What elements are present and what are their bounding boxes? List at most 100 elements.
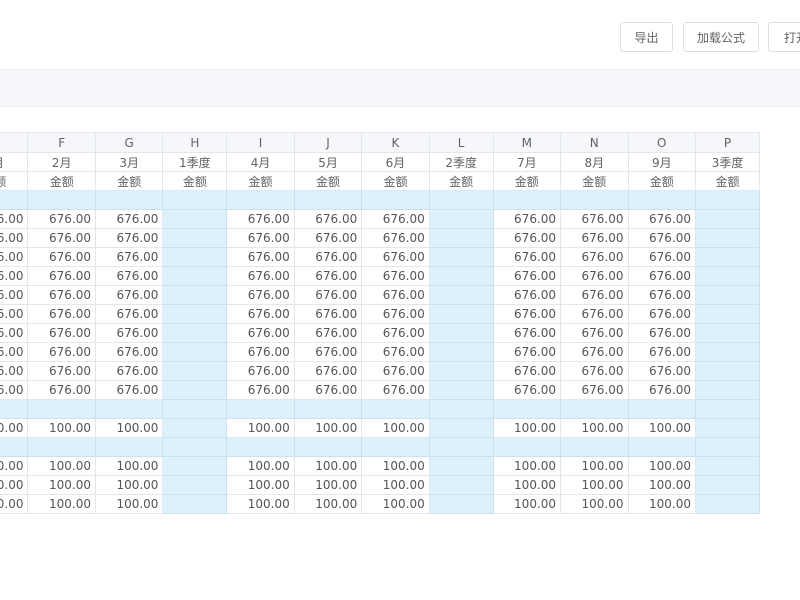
quarter-cell[interactable] — [695, 361, 760, 381]
amount-cell[interactable]: 676.00 — [226, 304, 295, 324]
quarter-cell[interactable] — [695, 494, 760, 514]
amount-cell[interactable]: 676.00 — [226, 247, 295, 267]
amount-cell[interactable]: 676.00 — [27, 380, 96, 400]
quarter-cell[interactable] — [162, 380, 228, 400]
amount-cell[interactable]: 676.00 — [0, 228, 29, 248]
column-header-k[interactable]: K — [361, 132, 430, 153]
amount-cell[interactable]: 676.00 — [492, 228, 562, 248]
column-header-i[interactable]: I — [226, 132, 295, 153]
month-header-cell[interactable]: 3季度 — [695, 152, 760, 172]
band-cell[interactable] — [0, 437, 29, 457]
quarter-cell[interactable] — [428, 266, 494, 286]
amount-cell[interactable]: 100.00 — [560, 494, 629, 514]
amount-cell[interactable]: 100.00 — [560, 475, 629, 495]
quarter-cell[interactable] — [428, 361, 494, 381]
amount-cell[interactable]: 676.00 — [560, 266, 629, 286]
amount-header-cell[interactable]: 金额 — [560, 171, 629, 191]
amount-cell[interactable]: 100.00 — [0, 418, 29, 438]
amount-cell[interactable]: 100.00 — [293, 456, 363, 476]
band-cell[interactable] — [361, 190, 430, 210]
amount-header-cell[interactable]: 金额 — [361, 171, 430, 191]
quarter-cell[interactable] — [162, 209, 228, 229]
amount-cell[interactable]: 676.00 — [627, 209, 697, 229]
band-cell[interactable] — [27, 190, 96, 210]
band-cell[interactable] — [492, 190, 562, 210]
amount-cell[interactable]: 676.00 — [226, 285, 295, 305]
band-cell[interactable] — [27, 437, 96, 457]
export-button[interactable]: 导出 — [620, 22, 673, 52]
amount-cell[interactable]: 100.00 — [492, 475, 562, 495]
amount-cell[interactable]: 100.00 — [627, 494, 697, 514]
month-header-cell[interactable]: 7月 — [492, 152, 562, 172]
amount-cell[interactable]: 676.00 — [94, 380, 164, 400]
band-cell[interactable] — [293, 437, 363, 457]
amount-cell[interactable]: 676.00 — [27, 247, 96, 267]
amount-cell[interactable]: 100.00 — [361, 494, 430, 514]
quarter-cell[interactable] — [428, 247, 494, 267]
quarter-cell[interactable] — [162, 285, 228, 305]
column-header-f[interactable]: F — [27, 132, 96, 153]
amount-cell[interactable]: 676.00 — [560, 323, 629, 343]
quarter-cell[interactable] — [162, 342, 228, 362]
band-cell[interactable] — [695, 437, 760, 457]
quarter-cell[interactable] — [695, 456, 760, 476]
band-cell[interactable] — [361, 399, 430, 419]
amount-cell[interactable]: 100.00 — [293, 418, 363, 438]
quarter-cell[interactable] — [162, 266, 228, 286]
amount-header-cell[interactable]: 金额 — [627, 171, 697, 191]
amount-cell[interactable]: 676.00 — [27, 266, 96, 286]
spreadsheet-grid[interactable]: EFGHIJKLMNOP1月2月3月1季度4月5月6月2季度7月8月9月3季度金… — [0, 132, 760, 514]
amount-cell[interactable]: 100.00 — [226, 418, 295, 438]
amount-cell[interactable]: 676.00 — [361, 361, 430, 381]
amount-cell[interactable]: 676.00 — [94, 342, 164, 362]
amount-cell[interactable]: 676.00 — [361, 228, 430, 248]
band-cell[interactable] — [293, 399, 363, 419]
band-cell[interactable] — [428, 399, 494, 419]
band-cell[interactable] — [94, 190, 164, 210]
amount-cell[interactable]: 100.00 — [361, 475, 430, 495]
amount-cell[interactable]: 676.00 — [226, 323, 295, 343]
amount-header-cell[interactable]: 金额 — [162, 171, 228, 191]
column-header-j[interactable]: J — [293, 132, 363, 153]
amount-cell[interactable]: 676.00 — [627, 323, 697, 343]
amount-cell[interactable]: 100.00 — [27, 418, 96, 438]
band-cell[interactable] — [226, 437, 295, 457]
amount-header-cell[interactable]: 金额 — [226, 171, 295, 191]
amount-cell[interactable]: 676.00 — [492, 266, 562, 286]
month-header-cell[interactable]: 2月 — [27, 152, 96, 172]
amount-cell[interactable]: 676.00 — [0, 323, 29, 343]
amount-cell[interactable]: 676.00 — [27, 304, 96, 324]
amount-cell[interactable]: 676.00 — [293, 361, 363, 381]
amount-cell[interactable]: 676.00 — [293, 285, 363, 305]
amount-cell[interactable]: 676.00 — [361, 209, 430, 229]
band-cell[interactable] — [162, 437, 228, 457]
amount-cell[interactable]: 676.00 — [560, 361, 629, 381]
amount-cell[interactable]: 100.00 — [492, 494, 562, 514]
amount-cell[interactable]: 100.00 — [94, 418, 164, 438]
amount-cell[interactable]: 676.00 — [27, 209, 96, 229]
quarter-cell[interactable] — [162, 228, 228, 248]
column-header-n[interactable]: N — [560, 132, 629, 153]
amount-cell[interactable]: 100.00 — [0, 494, 29, 514]
quarter-cell[interactable] — [695, 342, 760, 362]
column-header-m[interactable]: M — [492, 132, 562, 153]
quarter-cell[interactable] — [162, 494, 228, 514]
month-header-cell[interactable]: 3月 — [94, 152, 164, 172]
amount-cell[interactable]: 676.00 — [293, 266, 363, 286]
amount-cell[interactable]: 676.00 — [560, 247, 629, 267]
amount-cell[interactable]: 676.00 — [492, 323, 562, 343]
band-cell[interactable] — [627, 190, 697, 210]
quarter-cell[interactable] — [162, 304, 228, 324]
amount-header-cell[interactable]: 金额 — [428, 171, 494, 191]
amount-cell[interactable]: 676.00 — [226, 228, 295, 248]
band-cell[interactable] — [695, 399, 760, 419]
amount-cell[interactable]: 676.00 — [94, 209, 164, 229]
quarter-cell[interactable] — [695, 304, 760, 324]
amount-cell[interactable]: 676.00 — [94, 247, 164, 267]
quarter-cell[interactable] — [428, 323, 494, 343]
band-cell[interactable] — [492, 437, 562, 457]
quarter-cell[interactable] — [162, 418, 228, 438]
amount-cell[interactable]: 100.00 — [361, 418, 430, 438]
amount-cell[interactable]: 100.00 — [560, 456, 629, 476]
amount-cell[interactable]: 676.00 — [492, 285, 562, 305]
